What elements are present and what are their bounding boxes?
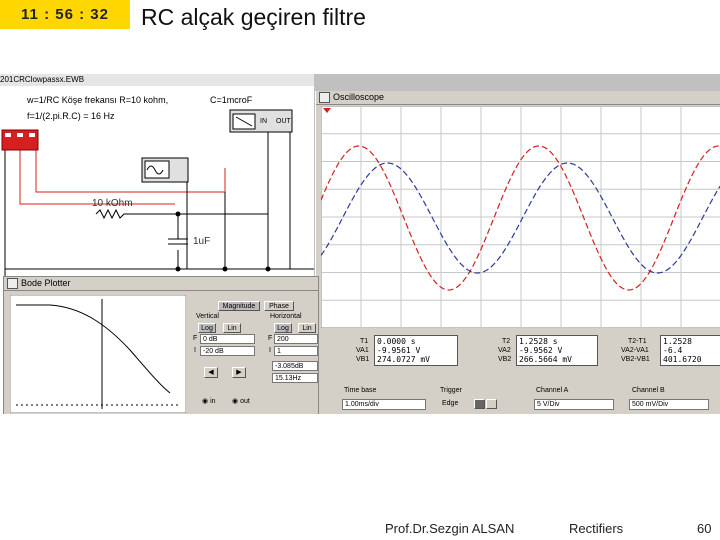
trigger-edge-label: Edge (442, 400, 459, 407)
timebase-field[interactable]: 1.00ms/div (342, 399, 426, 410)
bode-titlebar[interactable]: Bode Plotter (4, 277, 318, 291)
window-menu-icon[interactable] (7, 278, 18, 289)
vb2-label: VB2 (498, 356, 512, 363)
horizontal-initial-field[interactable]: 1 (274, 346, 318, 356)
t2-readout: 1.2528 s -9.9562 V 266.5664 mV (516, 335, 598, 366)
bode-plot-screen (10, 295, 186, 413)
bode-symbol-out-label: OUT (276, 118, 291, 125)
vb1-label: VB1 (356, 356, 370, 363)
dvb-label: VB2-VB1 (621, 356, 650, 363)
footer-author: Prof.Dr.Sezgin ALSAN (385, 521, 515, 536)
channel-b-label: Channel B (632, 387, 665, 394)
horizontal-lin-button[interactable]: Lin (298, 323, 316, 333)
bode-symbol-in-label: IN (260, 118, 267, 125)
horizontal-log-button[interactable]: Log (274, 323, 292, 333)
oscilloscope-titlebar[interactable]: Oscilloscope (316, 91, 720, 105)
cursor-left-button[interactable]: ◀ (204, 367, 218, 378)
vertical-initial-field[interactable]: -20 dB (200, 346, 255, 356)
channel-a-label: Channel A (536, 387, 569, 394)
bode-title: Bode Plotter (21, 278, 71, 288)
channel-a-scale-field[interactable]: 5 V/Div (534, 399, 614, 410)
vertical-log-button[interactable]: Log (198, 323, 216, 333)
t1-readout: 0.0000 s -9.9561 V 274.0727 mV (374, 335, 458, 366)
bode-db-readout: -3.085dB (272, 361, 318, 371)
dt-label: T2-T1 (628, 338, 647, 345)
trigger-falling-button[interactable] (486, 399, 497, 409)
oscilloscope-window[interactable]: Oscilloscope T1 VA1 VB1 0.0000 s -9.9561… (315, 91, 720, 414)
cursor-right-button[interactable]: ▶ (232, 367, 246, 378)
bode-in-terminal[interactable]: ◉ in (202, 398, 216, 406)
vertical-initial-label: I (194, 347, 196, 354)
trigger-label: Trigger (440, 387, 462, 394)
window-menu-icon[interactable] (319, 92, 330, 103)
channel-b-scale-field[interactable]: 500 mV/Div (629, 399, 709, 410)
resistor-label: 10 kOhm (92, 198, 133, 209)
horizontal-final-label: F (268, 335, 273, 342)
vertical-final-label: F (193, 335, 198, 342)
page-number: 60 (697, 521, 712, 536)
footer-topic: Rectifiers (569, 521, 624, 536)
horizontal-final-field[interactable]: 200 (274, 334, 318, 344)
bode-out-terminal[interactable]: ◉ out (232, 398, 250, 406)
va1-label: VA1 (356, 347, 369, 354)
bode-hz-readout: 15.13Hz (272, 373, 318, 383)
slide-title: RC alçak geçiren filtre (141, 4, 366, 30)
timebase-label: Time base (344, 387, 377, 394)
capacitor-label: 1uF (193, 236, 211, 247)
bode-plotter-window[interactable]: Bode Plotter Magnitude Phase Vertical Ho… (3, 276, 319, 414)
va2-label: VA2 (498, 347, 511, 354)
dt-readout: 1.2528 -6.4 401.6720 (660, 335, 720, 366)
clock-display: 11 : 56 : 32 (0, 0, 130, 29)
horizontal-initial-label: I (269, 347, 271, 354)
oscilloscope-screen (321, 106, 720, 328)
t2-label: T2 (502, 338, 511, 345)
vertical-label: Vertical (196, 313, 219, 320)
vertical-lin-button[interactable]: Lin (223, 323, 241, 333)
vertical-final-field[interactable]: 0 dB (200, 334, 255, 344)
oscilloscope-title: Oscilloscope (333, 92, 385, 102)
magnitude-button[interactable]: Magnitude (218, 301, 260, 311)
t1-label: T1 (360, 338, 369, 345)
horizontal-label: Horizontal (270, 313, 302, 320)
trigger-rising-button[interactable] (474, 399, 485, 409)
dva-label: VA2-VA1 (621, 347, 649, 354)
scope-readouts: T1 VA1 VB1 0.0000 s -9.9561 V 274.0727 m… (338, 332, 720, 384)
phase-button[interactable]: Phase (264, 301, 294, 311)
software-screenshot: 201CRClowpassx.EWB w=1/RC Köşe frekansı … (0, 74, 720, 414)
